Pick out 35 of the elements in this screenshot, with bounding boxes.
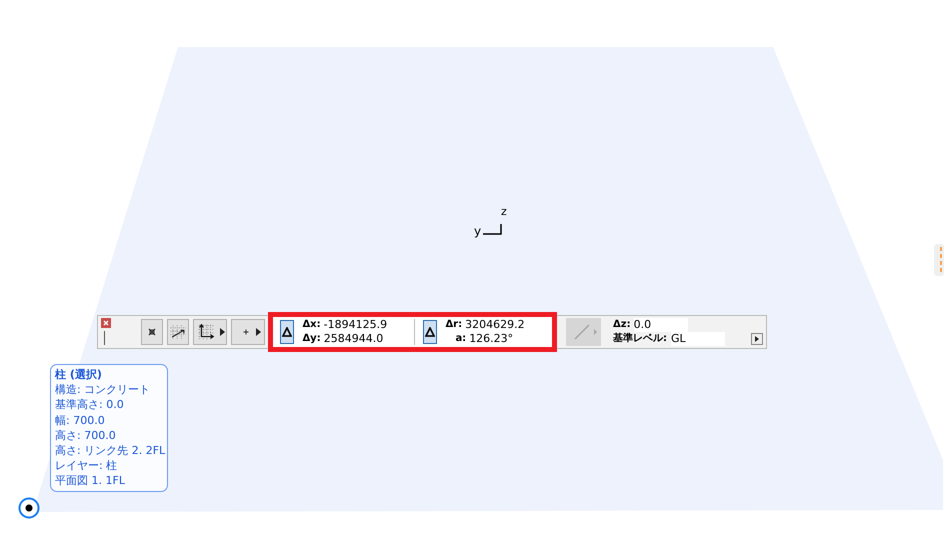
delta-icon [282,327,292,337]
info-title: 柱 (選択) [55,367,103,382]
cursor-mark [104,331,105,345]
axis-icon [481,222,505,236]
field-label: Δr: [445,318,462,332]
expand-arrow-icon [256,328,261,336]
field-label: Δx: [302,318,321,332]
expand-arrow-icon [220,328,225,336]
info-line: レイヤー: 柱 [55,458,118,474]
tool-button[interactable] [167,319,190,345]
input-field[interactable]: 0.0 [634,318,688,332]
field-label: 基準レベル: [613,332,668,346]
close-icon[interactable] [101,318,111,328]
info-line: 構造: コンクリート [55,382,152,398]
axis-label: z [501,205,507,218]
info-line: 基準高さ: 0.0 [55,397,125,413]
info-line: 平面図 1. 1FL [55,473,126,489]
tool-button[interactable] [231,319,266,345]
delta-icon [425,327,436,337]
field-label: Δz: [613,318,631,332]
side-handle[interactable] [934,244,944,276]
axis-label: y [474,224,482,238]
tool-button[interactable] [193,319,228,345]
info-line: 高さ: リンク先 2. 2FL [55,443,163,458]
axes-grid-icon [196,322,216,342]
crosshair-icon [242,329,249,335]
relative-toggle[interactable] [280,320,294,344]
relative-toggle[interactable] [423,320,438,344]
tool-button[interactable] [141,319,164,345]
info-line: 幅: 700.0 [55,412,106,428]
field-label: a: [454,332,466,346]
target-icon [18,497,40,519]
info-line: 高さ: 700.0 [55,428,117,444]
field-label: Δy: [302,332,321,346]
input-field[interactable]: GL [671,332,726,346]
